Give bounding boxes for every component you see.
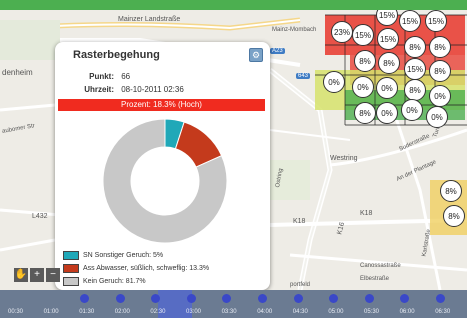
chart-legend: SN Sonstiger Geruch: 5% Ass Abwasser, sü… — [63, 249, 209, 288]
top-bar — [0, 0, 467, 10]
rasterbegehung-popup: Rasterbegehung ⚙ Punkt: 66 Uhrzeit: 08-1… — [55, 42, 270, 290]
grid-cell[interactable]: 15% — [425, 10, 447, 32]
grid-cell[interactable]: 8% — [443, 205, 465, 227]
timeline-label: 01:00 — [43, 309, 59, 315]
timeline-label: 06:00 — [399, 309, 415, 315]
legend-label: Kein Geruch: 81.7% — [83, 277, 146, 285]
punkt-label: Punkt: — [89, 72, 114, 81]
grid-cell[interactable]: 15% — [399, 10, 421, 32]
grid-cell[interactable]: 0% — [426, 106, 448, 128]
grid-cell[interactable]: 0% — [401, 99, 423, 121]
grid-cell[interactable]: 15% — [404, 58, 426, 80]
route-badge-643: 643 — [296, 73, 311, 79]
legend-item-sonstiger: SN Sonstiger Geruch: 5% — [63, 249, 209, 261]
grid-cell[interactable]: 8% — [404, 36, 426, 58]
street-label: Canossastraße — [360, 263, 401, 269]
grid-cell[interactable]: 15% — [352, 24, 374, 46]
zoom-out-icon[interactable]: − — [46, 268, 60, 282]
map-toolbar: ✋ + − — [14, 268, 60, 282]
timeline-point[interactable] — [222, 294, 232, 303]
timeline-label: 02:00 — [114, 309, 130, 315]
uhrzeit-value: 08-10-2011 02:36 — [121, 85, 184, 94]
popup-title: Rasterbegehung — [73, 49, 160, 61]
timeline-label: 01:30 — [79, 309, 95, 315]
prozent-bar: Prozent: 18.3% (Hoch) — [58, 99, 265, 111]
legend-item-abwasser: Ass Abwasser, süßlich, schweflig: 13.3% — [63, 262, 209, 274]
grid-cell[interactable]: 8% — [429, 60, 451, 82]
place-label: Mainz-Mombach — [272, 27, 317, 33]
grid-cell[interactable]: 8% — [354, 50, 376, 72]
uhrzeit-label: Uhrzeit: — [84, 85, 114, 94]
road-label: K18 — [360, 210, 373, 217]
zoom-in-icon[interactable]: + — [30, 268, 44, 282]
grid-cell[interactable]: 8% — [440, 180, 462, 202]
timeline-label: 05:30 — [364, 309, 380, 315]
settings-icon[interactable]: ⚙ — [249, 48, 263, 62]
grid-cell[interactable]: 0% — [323, 71, 345, 93]
punkt-row: Punkt: 66 — [61, 72, 130, 81]
donut-chart — [102, 118, 228, 244]
timeline-label: 05:00 — [328, 309, 344, 315]
grid-cell[interactable]: 8% — [378, 52, 400, 74]
pan-icon[interactable]: ✋ — [14, 268, 28, 282]
timeline-bar[interactable]: 00:30 01:00 01:30 02:00 02:30 03:00 03:30 04:00… — [0, 290, 467, 318]
grid-cell[interactable]: 8% — [429, 36, 451, 58]
road-label: K18 — [293, 218, 306, 225]
timeline-point[interactable] — [186, 294, 196, 303]
timeline-point[interactable] — [436, 294, 445, 303]
timeline-label: 03:30 — [221, 309, 237, 315]
legend-swatch — [63, 250, 79, 260]
street-label: Westring — [330, 155, 358, 162]
legend-swatch — [63, 263, 79, 273]
route-badge-a23: A23 — [270, 48, 285, 54]
timeline-point[interactable] — [400, 294, 410, 303]
timeline-point[interactable] — [151, 294, 161, 303]
grid-cell[interactable]: 0% — [376, 102, 398, 124]
grid-cell[interactable]: 0% — [352, 76, 374, 98]
street-label: Mainzer Landstraße — [118, 16, 181, 23]
timeline-point[interactable] — [258, 294, 267, 303]
grid-cell[interactable]: 23% — [331, 21, 353, 43]
grid-cell[interactable]: 15% — [377, 28, 399, 50]
grid-cell[interactable]: 8% — [354, 102, 376, 124]
grid-cell[interactable]: 0% — [376, 77, 398, 99]
timeline-label: 06:30 — [435, 309, 451, 315]
timeline-label: 03:00 — [186, 309, 202, 315]
timeline-label: 00:30 — [8, 309, 24, 315]
legend-label: SN Sonstiger Geruch: 5% — [83, 251, 164, 259]
grid-cell[interactable]: 8% — [404, 79, 426, 101]
place-label: denheim — [2, 68, 33, 77]
timeline-label: 02:30 — [150, 309, 166, 315]
timeline-track[interactable] — [0, 290, 467, 306]
timeline-label: 04:00 — [257, 309, 273, 315]
punkt-value: 66 — [121, 72, 131, 81]
legend-label: Ass Abwasser, süßlich, schweflig: 13.3% — [83, 264, 210, 272]
timeline-label: 04:30 — [292, 309, 308, 315]
uhrzeit-row: Uhrzeit: 08-10-2011 02:36 — [61, 85, 184, 94]
street-label: Elbestraße — [360, 276, 390, 282]
timeline-point[interactable] — [80, 294, 89, 303]
grid-cell[interactable]: 0% — [429, 85, 451, 107]
street-label: portfeld — [290, 282, 311, 288]
timeline-point[interactable] — [115, 294, 125, 303]
timeline-point[interactable] — [293, 294, 303, 303]
legend-item-kein-geruch: Kein Geruch: 81.7% — [63, 275, 209, 287]
road-label: L432 — [32, 213, 48, 220]
legend-swatch — [63, 276, 79, 286]
timeline-point[interactable] — [364, 294, 374, 303]
timeline-point[interactable] — [329, 294, 339, 303]
